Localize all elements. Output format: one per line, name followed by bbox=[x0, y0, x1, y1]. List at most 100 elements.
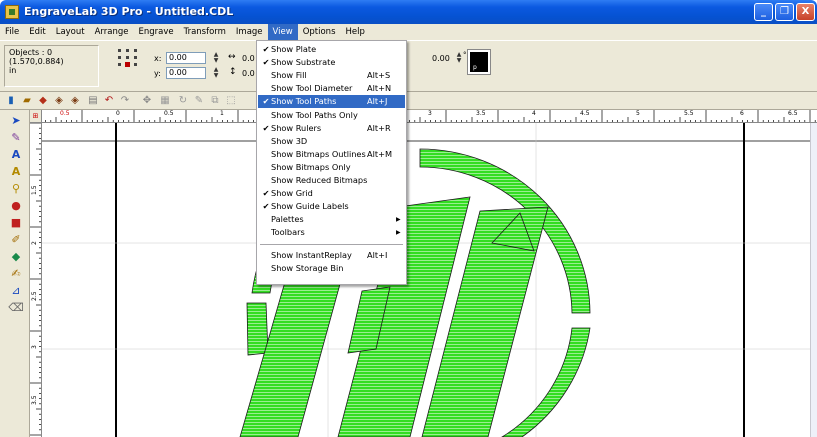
menu-engrave[interactable]: Engrave bbox=[134, 24, 179, 40]
main-toolbar: ▮ ▰ ◆ ◈ ◈ ▤ ↶ ↷ ✥ ▦ ↻ ✎ ⧉ ⬚ bbox=[0, 92, 817, 110]
height-value[interactable]: 0.0 bbox=[242, 69, 255, 78]
menu-image[interactable]: Image bbox=[231, 24, 268, 40]
node-edit-tool-icon[interactable]: ✎ bbox=[8, 130, 24, 146]
view-menu-item-show-rulers[interactable]: ✔ Show Rulers Alt+R bbox=[258, 122, 405, 135]
view-menu-item-show-tool-paths[interactable]: ✔ Show Tool Paths Alt+J bbox=[258, 95, 405, 109]
top-ruler-label: 4.5 bbox=[580, 110, 590, 117]
zoom-fit-icon[interactable]: ▦ bbox=[158, 94, 172, 108]
view-menu-item-show-bitmaps-only[interactable]: Show Bitmaps Only bbox=[258, 161, 405, 174]
rotation-value[interactable]: 0.00 bbox=[432, 54, 450, 63]
degree-symbol: ° bbox=[463, 51, 467, 59]
brush-tool-icon[interactable]: ✍ bbox=[8, 266, 24, 282]
move-icon[interactable]: ✥ bbox=[140, 94, 154, 108]
open-file-icon[interactable]: ▰ bbox=[20, 94, 34, 108]
view-menu-item-show-tool-diameter[interactable]: Show Tool Diameter Alt+N bbox=[258, 82, 405, 95]
menu-arrange[interactable]: Arrange bbox=[90, 24, 134, 40]
color-swatch[interactable]: p bbox=[467, 49, 491, 75]
view-menu-item-show-substrate[interactable]: ✔ Show Substrate bbox=[258, 56, 405, 69]
export-icon[interactable]: ◈ bbox=[68, 94, 82, 108]
menu-bar: File Edit Layout Arrange Engrave Transfo… bbox=[0, 24, 817, 40]
paste-icon[interactable]: ⬚ bbox=[224, 94, 238, 108]
menu-item-label: Show Bitmaps Outlines bbox=[271, 148, 366, 159]
menu-transform[interactable]: Transform bbox=[179, 24, 231, 40]
save-icon[interactable]: ◆ bbox=[36, 94, 50, 108]
top-ruler-label: 3 bbox=[428, 110, 432, 117]
menu-layout[interactable]: Layout bbox=[51, 24, 90, 40]
view-menu-item-palettes[interactable]: Palettes ▶ bbox=[258, 213, 405, 226]
view-menu-item-toolbars[interactable]: Toolbars ▶ bbox=[258, 226, 405, 239]
menu-item-label: Show Rulers bbox=[271, 122, 322, 133]
rotate-icon[interactable]: ↻ bbox=[176, 94, 190, 108]
cursor-coords: (1.570,0.884) bbox=[9, 57, 64, 66]
x-label: x: bbox=[154, 54, 162, 63]
view-menu-item-show-storage-bin[interactable]: Show Storage Bin bbox=[258, 262, 405, 275]
menu-item-label: Show 3D bbox=[271, 135, 308, 146]
menu-item-shortcut: Alt+M bbox=[367, 148, 393, 159]
submenu-arrow-icon: ▶ bbox=[396, 229, 401, 237]
top-ruler-label: 5.5 bbox=[684, 110, 694, 117]
text-effects-tool-icon[interactable]: A bbox=[8, 164, 24, 180]
width-value[interactable]: 0.0 bbox=[242, 54, 255, 63]
zoom-tool-icon[interactable]: ⚲ bbox=[8, 181, 24, 197]
units-label: in bbox=[9, 66, 17, 75]
fill-tool-icon[interactable]: ◆ bbox=[8, 249, 24, 265]
shape-tool-icon[interactable]: ● bbox=[8, 198, 24, 214]
undo-icon[interactable]: ↶ bbox=[102, 94, 116, 108]
menu-item-label: Show Bitmaps Only bbox=[271, 161, 351, 172]
pen-tool-icon[interactable]: ✎ bbox=[192, 94, 206, 108]
anchor-point-grid[interactable] bbox=[118, 49, 142, 69]
y-spinner[interactable]: ▲ ▼ bbox=[212, 67, 220, 79]
menu-item-label: Show Tool Diameter bbox=[271, 83, 353, 94]
checkmark-icon: ✔ bbox=[262, 188, 270, 199]
import-icon[interactable]: ◈ bbox=[52, 94, 66, 108]
print-icon[interactable]: ▤ bbox=[86, 94, 100, 108]
copy-icon[interactable]: ⧉ bbox=[208, 94, 222, 108]
rectangle-tool-icon[interactable]: ■ bbox=[8, 215, 24, 231]
view-menu-item-show-plate[interactable]: ✔ Show Plate bbox=[258, 43, 405, 56]
menu-file[interactable]: File bbox=[0, 24, 24, 40]
ruler-origin[interactable]: ⊞ bbox=[30, 110, 42, 123]
left-ruler-label: 2 bbox=[31, 241, 38, 245]
measure-tool-icon[interactable]: ⊿ bbox=[8, 283, 24, 299]
objects-count: Objects : 0 bbox=[9, 48, 53, 57]
view-menu-item-show-reduced-bitmaps[interactable]: Show Reduced Bitmaps bbox=[258, 174, 405, 187]
menu-item-label: Show Plate bbox=[271, 44, 317, 54]
text-tool-icon[interactable]: A bbox=[8, 147, 24, 163]
y-input[interactable]: 0.00 bbox=[166, 67, 206, 79]
x-spinner[interactable]: ▲ ▼ bbox=[212, 52, 220, 64]
menu-help[interactable]: Help bbox=[341, 24, 370, 40]
view-menu-item-show-fill[interactable]: Show Fill Alt+S bbox=[258, 69, 405, 82]
left-ruler-label: 2.5 bbox=[31, 291, 38, 301]
view-menu-item-show-instantreplay[interactable]: Show InstantReplay Alt+I bbox=[258, 249, 405, 262]
vertical-scrollbar[interactable] bbox=[810, 123, 817, 437]
menu-item-label: Palettes bbox=[271, 214, 304, 225]
canvas-artwork[interactable] bbox=[42, 123, 810, 437]
drawing-canvas[interactable] bbox=[42, 123, 810, 437]
pointer-tool-icon[interactable]: ➤ bbox=[8, 113, 24, 129]
view-menu-item-show-3d[interactable]: Show 3D bbox=[258, 135, 405, 148]
checkmark-icon: ✔ bbox=[262, 57, 270, 68]
x-input[interactable]: 0.00 bbox=[166, 52, 206, 64]
maximize-button[interactable]: ❐ bbox=[775, 3, 794, 21]
view-menu-item-show-tool-paths-only[interactable]: Show Tool Paths Only bbox=[258, 109, 405, 122]
top-ruler[interactable]: 0.5 0 0.5 1 3 3.5 4 4.5 5 5.5 6 6.5 bbox=[30, 110, 817, 123]
tool-palette: ➤ ✎ A A ⚲ ● ■ ✐ ◆ ✍ ⊿ ⌫ bbox=[0, 110, 30, 437]
redo-icon[interactable]: ↷ bbox=[118, 94, 132, 108]
view-menu-dropdown: ✔ Show Plate ✔ Show Substrate Show Fill Alt+S… bbox=[256, 40, 407, 285]
minimize-button[interactable]: _ bbox=[754, 3, 773, 21]
close-button[interactable]: X bbox=[796, 3, 815, 21]
view-menu-item-show-bitmaps-outlines[interactable]: Show Bitmaps Outlines Alt+M bbox=[258, 148, 405, 161]
menu-options[interactable]: Options bbox=[298, 24, 341, 40]
app-icon[interactable] bbox=[5, 5, 19, 19]
freehand-tool-icon[interactable]: ✐ bbox=[8, 232, 24, 248]
rotation-spinner[interactable]: ▲ ▼ bbox=[455, 52, 463, 64]
view-menu-item-show-guide-labels[interactable]: ✔ Show Guide Labels bbox=[258, 200, 405, 213]
menu-edit[interactable]: Edit bbox=[24, 24, 50, 40]
menu-item-shortcut: Alt+R bbox=[367, 122, 391, 133]
view-menu-item-show-grid[interactable]: ✔ Show Grid bbox=[258, 187, 405, 200]
new-file-icon[interactable]: ▮ bbox=[4, 94, 18, 108]
eraser-tool-icon[interactable]: ⌫ bbox=[8, 300, 24, 316]
left-ruler[interactable]: 1.5 2 2.5 3 3.5 bbox=[30, 123, 42, 437]
menu-view[interactable]: View bbox=[267, 24, 298, 40]
menu-item-shortcut: Alt+I bbox=[367, 249, 388, 260]
